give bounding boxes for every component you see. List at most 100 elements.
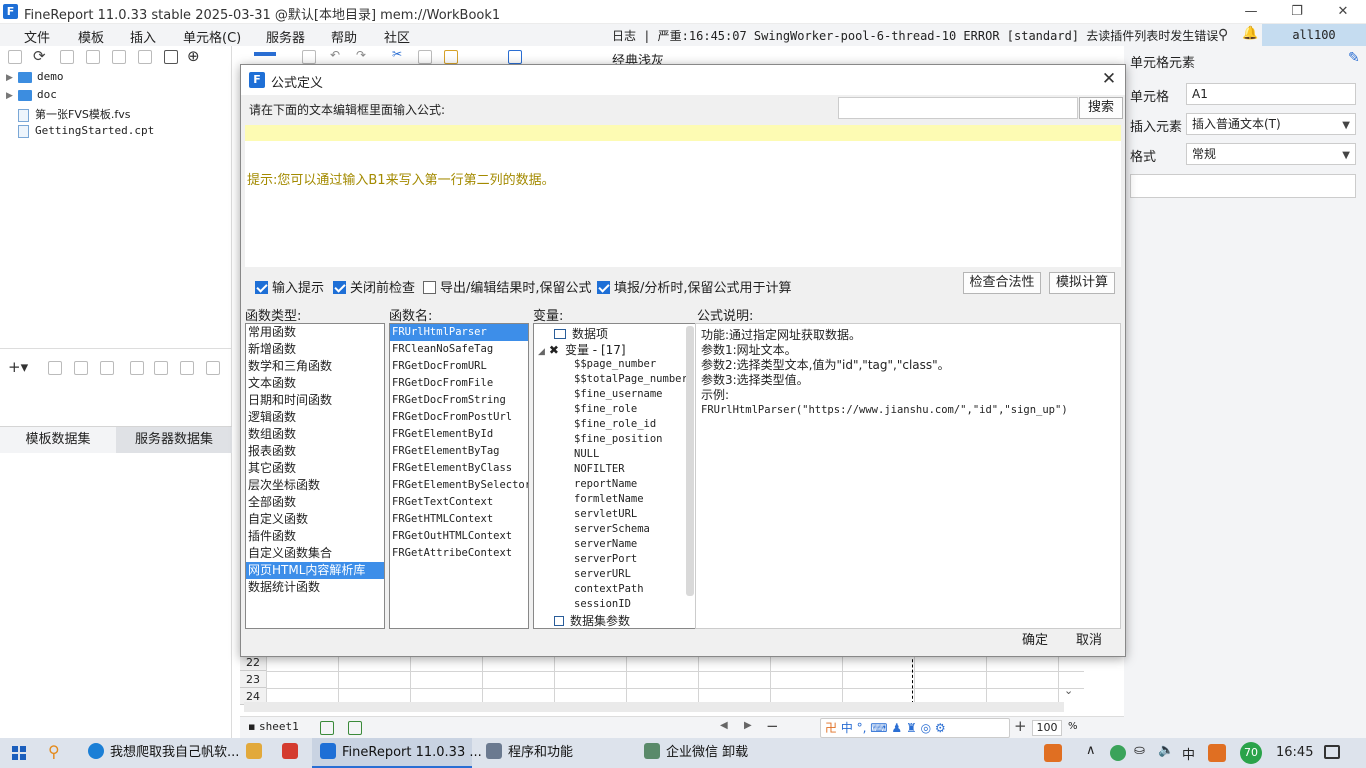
- menu-cell[interactable]: 单元格(C): [183, 27, 241, 46]
- function-type-item[interactable]: 常用函数: [246, 324, 384, 341]
- locate-icon[interactable]: ⊕: [187, 47, 200, 65]
- row-header[interactable]: 23: [240, 671, 266, 688]
- function-name-list[interactable]: FRUrlHtmlParser FRCleanNoSafeTag FRGetDocF…: [389, 323, 529, 629]
- function-name-item[interactable]: FRGetElementById: [390, 426, 528, 443]
- keep-formula-export-checkbox[interactable]: 导出/编辑结果时,保留公式: [423, 277, 592, 296]
- function-name-item[interactable]: FRGetHTMLContext: [390, 511, 528, 528]
- input-language[interactable]: 中: [1182, 744, 1195, 763]
- dataset-params-node[interactable]: 数据集参数: [554, 612, 631, 628]
- menu-server[interactable]: 服务器: [266, 27, 305, 46]
- copy-icon[interactable]: [138, 50, 152, 64]
- dialog-title-bar[interactable]: F 公式定义 ✕: [241, 65, 1125, 95]
- function-name-item[interactable]: FRCleanNoSafeTag: [390, 341, 528, 358]
- variable-item[interactable]: serverName: [574, 537, 688, 552]
- menu-file[interactable]: 文件: [24, 27, 50, 46]
- database-icon[interactable]: [100, 361, 114, 375]
- security-tray-icon[interactable]: [1110, 745, 1126, 761]
- function-name-item[interactable]: FRGetDocFromString: [390, 392, 528, 409]
- restore-button[interactable]: ❐: [1274, 0, 1320, 24]
- horizontal-scrollbar[interactable]: [244, 702, 1064, 712]
- function-search-input[interactable]: [838, 97, 1078, 119]
- keep-formula-fill-checkbox[interactable]: 填报/分析时,保留公式用于计算: [597, 277, 792, 296]
- new-folder-icon[interactable]: [8, 50, 22, 64]
- notification-center-icon[interactable]: [1324, 745, 1340, 759]
- checkbox-icon[interactable]: [423, 281, 436, 294]
- format-select[interactable]: 常规 ▼: [1186, 143, 1356, 165]
- format-preview-field[interactable]: [1130, 174, 1356, 198]
- delete-dataset-icon[interactable]: [74, 361, 88, 375]
- delete-icon[interactable]: [112, 50, 126, 64]
- notification-bell-icon[interactable]: 🔔: [1242, 26, 1258, 41]
- insert-element-select[interactable]: 插入普通文本(T) ▼: [1186, 113, 1356, 135]
- cell-field[interactable]: A1: [1186, 83, 1356, 105]
- function-type-item[interactable]: 新增函数: [246, 341, 384, 358]
- add-poly-sheet-icon[interactable]: [348, 721, 362, 735]
- formula-editor[interactable]: 提示:您可以通过输入B1来写入第一行第二列的数据。: [245, 125, 1121, 267]
- variable-item[interactable]: serverPort: [574, 552, 688, 567]
- variable-tree[interactable]: 数据项 ◢ ✖ 变量 - [17] $$page_number $$totalPage…: [533, 323, 697, 629]
- search-icon[interactable]: ⚲: [1218, 27, 1228, 43]
- function-type-item[interactable]: 文本函数: [246, 375, 384, 392]
- function-type-item[interactable]: 日期和时间函数: [246, 392, 384, 409]
- function-type-item[interactable]: 自定义函数集合: [246, 545, 384, 562]
- function-name-item[interactable]: FRGetElementBySelector: [390, 477, 528, 494]
- ok-button[interactable]: 确定: [1013, 631, 1057, 653]
- server-dataset-icon[interactable]: [180, 361, 194, 375]
- formula-current-line[interactable]: [245, 125, 1121, 141]
- variable-item[interactable]: sessionID: [574, 597, 688, 612]
- tray-expand-icon[interactable]: ∧: [1086, 743, 1096, 758]
- trash-icon[interactable]: [164, 50, 178, 64]
- panel-splitter[interactable]: [0, 348, 232, 353]
- variable-item[interactable]: $$totalPage_number: [574, 372, 688, 387]
- preview-icon[interactable]: [130, 361, 144, 375]
- tab-template-dataset[interactable]: 模板数据集: [0, 427, 116, 453]
- function-name-item[interactable]: FRGetDocFromURL: [390, 358, 528, 375]
- function-type-item[interactable]: 层次坐标函数: [246, 477, 384, 494]
- function-type-item[interactable]: 数学和三角函数: [246, 358, 384, 375]
- prev-sheet-icon[interactable]: ◀: [720, 720, 728, 731]
- next-sheet-icon[interactable]: ▶: [744, 720, 752, 731]
- sogou-icon[interactable]: [1208, 744, 1226, 762]
- dataset-settings-icon[interactable]: [154, 361, 168, 375]
- undo-icon[interactable]: ↶: [330, 48, 340, 62]
- zoom-field[interactable]: 100: [1032, 720, 1062, 736]
- paste-icon[interactable]: [444, 50, 458, 64]
- taskbar-app-2[interactable]: [240, 738, 274, 768]
- function-type-list[interactable]: 常用函数 新增函数 数学和三角函数 文本函数 日期和时间函数 逻辑函数 数组函数 报表函数 其它…: [245, 323, 385, 629]
- windows-start-icon[interactable]: [12, 746, 26, 760]
- function-type-item[interactable]: 其它函数: [246, 460, 384, 477]
- clock[interactable]: 16:45: [1276, 745, 1313, 760]
- function-name-item[interactable]: FRUrlHtmlParser: [390, 324, 528, 341]
- save-icon[interactable]: [302, 50, 316, 64]
- zoom-in-icon[interactable]: +: [1014, 717, 1027, 735]
- search-taskbar-icon[interactable]: ⚲: [48, 742, 60, 761]
- function-type-item[interactable]: 数据统计函数: [246, 579, 384, 596]
- menu-community[interactable]: 社区: [384, 27, 410, 46]
- taskbar-app-finereport[interactable]: FineReport 11.0.33 ...: [312, 738, 482, 768]
- variable-item[interactable]: $fine_role: [574, 402, 688, 417]
- menu-template[interactable]: 模板: [78, 27, 104, 46]
- volume-icon[interactable]: 🔈: [1158, 743, 1174, 758]
- variable-item[interactable]: $$page_number: [574, 357, 688, 372]
- function-type-item[interactable]: 插件函数: [246, 528, 384, 545]
- function-type-item[interactable]: 自定义函数: [246, 511, 384, 528]
- redo-icon[interactable]: ↷: [356, 48, 366, 62]
- input-hint-checkbox[interactable]: 输入提示: [255, 277, 324, 296]
- variable-item[interactable]: NOFILTER: [574, 462, 688, 477]
- tree-item-fvs[interactable]: 第一张FVS模板.fvs: [18, 106, 130, 124]
- function-name-item[interactable]: FRGetTextContext: [390, 494, 528, 511]
- user-account[interactable]: all100: [1262, 24, 1366, 46]
- formula-icon[interactable]: [508, 50, 522, 64]
- database-link-icon[interactable]: [206, 361, 220, 375]
- collapse-arrow-icon[interactable]: ◢: [538, 347, 545, 357]
- scroll-down-icon[interactable]: ⌄: [1064, 684, 1073, 697]
- function-name-item[interactable]: FRGetDocFromFile: [390, 375, 528, 392]
- edit-pencil-icon[interactable]: ✎: [1348, 50, 1360, 66]
- cancel-button[interactable]: 取消: [1067, 631, 1111, 653]
- ime-tray-icon[interactable]: [1044, 744, 1062, 762]
- add-sheet-icon[interactable]: [320, 721, 334, 735]
- simulate-calc-button[interactable]: 模拟计算: [1049, 272, 1115, 294]
- minimize-button[interactable]: —: [1228, 0, 1274, 24]
- variables-node[interactable]: ◢ ✖ 变量 - [17]: [538, 341, 626, 358]
- tree-item-cpt[interactable]: GettingStarted.cpt: [18, 124, 154, 142]
